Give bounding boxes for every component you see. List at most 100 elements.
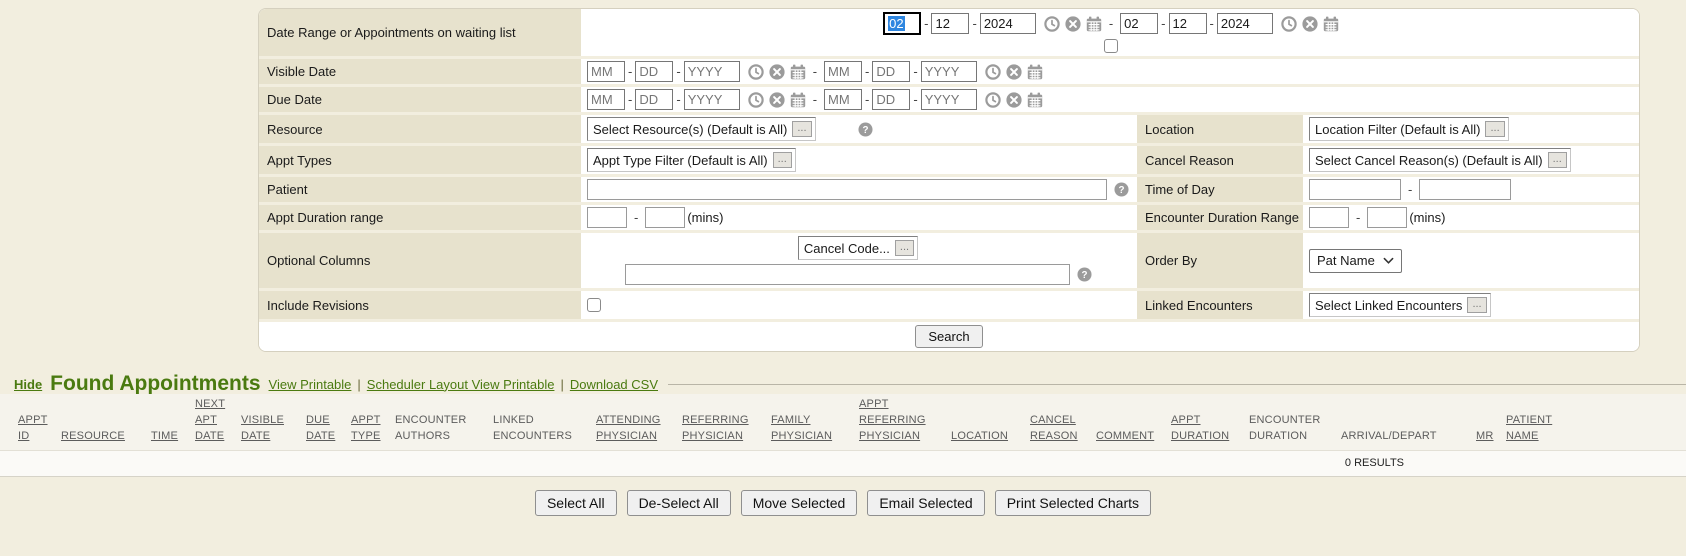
cancel-reason-browse-button[interactable]: ... <box>1548 152 1567 168</box>
waiting-list-checkbox[interactable] <box>1104 39 1118 53</box>
order-by-label: Order By <box>1137 233 1303 288</box>
date-from-year-input[interactable] <box>980 13 1036 34</box>
column-header-appt-duration[interactable]: APPT DURATION <box>1171 413 1239 445</box>
column-header-time[interactable]: TIME <box>151 429 185 445</box>
x-circle-icon[interactable] <box>1006 64 1022 80</box>
column-header-family-physician[interactable]: FAMILY PHYSICIAN <box>771 413 849 445</box>
x-circle-icon[interactable] <box>1065 16 1081 32</box>
x-circle-icon[interactable] <box>769 92 785 108</box>
visible-to-day-input[interactable] <box>872 61 910 82</box>
column-header-cancel-reason[interactable]: CANCEL REASON <box>1030 413 1086 445</box>
appt-types-picker-value: Appt Type Filter (Default is All) <box>593 153 768 168</box>
download-csv-link[interactable]: Download CSV <box>570 377 658 392</box>
patient-time-of-day-row: Patient ? Time of Day - <box>259 177 1639 205</box>
column-header-appt-referring-physician[interactable]: APPT REFERRING PHYSICIAN <box>859 397 941 445</box>
visible-from-day-input[interactable] <box>635 61 673 82</box>
visible-from-year-input[interactable] <box>684 61 740 82</box>
calendar-icon[interactable] <box>1323 16 1339 32</box>
order-by-select[interactable]: Pat Name <box>1309 249 1402 273</box>
appt-types-browse-button[interactable]: ... <box>773 152 792 168</box>
date-to-month-input[interactable] <box>1120 13 1158 34</box>
date-to-year-input[interactable] <box>1217 13 1273 34</box>
date-to-day-input[interactable] <box>1169 13 1207 34</box>
location-picker[interactable]: Location Filter (Default is All) ... <box>1309 117 1509 141</box>
x-circle-icon[interactable] <box>1006 92 1022 108</box>
view-printable-link[interactable]: View Printable <box>269 377 352 392</box>
due-from-month-input[interactable] <box>587 89 625 110</box>
visible-to-month-input[interactable] <box>824 61 862 82</box>
linked-encounters-picker[interactable]: Select Linked Encounters ... <box>1309 293 1491 317</box>
date-from-month-input[interactable]: 02 <box>883 12 921 35</box>
x-circle-icon[interactable] <box>769 64 785 80</box>
include-revisions-checkbox[interactable] <box>587 298 601 312</box>
time-of-day-to-input[interactable] <box>1419 179 1511 200</box>
visible-to-year-input[interactable] <box>921 61 977 82</box>
date-from-day-input[interactable] <box>931 13 969 34</box>
question-circle-icon[interactable]: ? <box>1077 267 1092 282</box>
patient-input[interactable] <box>587 179 1107 200</box>
search-button[interactable]: Search <box>915 325 982 348</box>
due-from-day-input[interactable] <box>635 89 673 110</box>
optional-columns-browse-button[interactable]: ... <box>895 240 914 256</box>
resource-picker[interactable]: Select Resource(s) (Default is All) ... <box>587 117 816 141</box>
scheduler-layout-view-printable-link[interactable]: Scheduler Layout View Printable <box>367 377 555 392</box>
print-selected-charts-button[interactable]: Print Selected Charts <box>995 490 1151 516</box>
calendar-icon[interactable] <box>1027 92 1043 108</box>
column-header-appt-type[interactable]: APPT TYPE <box>351 413 385 445</box>
calendar-icon[interactable] <box>1086 16 1102 32</box>
appt-types-picker[interactable]: Appt Type Filter (Default is All) ... <box>587 148 796 172</box>
appt-duration-max-input[interactable] <box>645 207 685 228</box>
move-selected-button[interactable]: Move Selected <box>741 490 858 516</box>
column-header-appt-id[interactable]: APPT ID <box>18 413 51 445</box>
column-header-comment[interactable]: COMMENT <box>1096 429 1161 445</box>
x-circle-icon[interactable] <box>1302 16 1318 32</box>
encounter-duration-min-input[interactable] <box>1309 207 1349 228</box>
optional-columns-input[interactable] <box>625 264 1070 285</box>
due-to-month-input[interactable] <box>824 89 862 110</box>
found-appointments-header: Hide Found Appointments View Printable |… <box>0 372 1686 396</box>
calendar-icon[interactable] <box>1027 64 1043 80</box>
column-header-location[interactable]: LOCATION <box>951 429 1020 445</box>
linked-encounters-browse-button[interactable]: ... <box>1467 297 1486 313</box>
due-to-year-input[interactable] <box>921 89 977 110</box>
due-to-day-input[interactable] <box>872 89 910 110</box>
clock-icon[interactable] <box>748 64 764 80</box>
column-header-due-date[interactable]: DUE DATE <box>306 413 341 445</box>
time-of-day-from-input[interactable] <box>1309 179 1401 200</box>
de-select-all-button[interactable]: De-Select All <box>627 490 731 516</box>
clock-icon[interactable] <box>985 92 1001 108</box>
column-header-attending-physician[interactable]: ATTENDING PHYSICIAN <box>596 413 672 445</box>
cancel-reason-picker[interactable]: Select Cancel Reason(s) (Default is All)… <box>1309 148 1571 172</box>
clock-icon[interactable] <box>748 92 764 108</box>
clock-icon[interactable] <box>1044 16 1060 32</box>
question-circle-icon[interactable]: ? <box>858 122 873 137</box>
clock-icon[interactable] <box>1281 16 1297 32</box>
resource-label: Resource <box>259 115 581 143</box>
results-title: Found Appointments <box>50 372 260 396</box>
appt-duration-min-input[interactable] <box>587 207 627 228</box>
resource-browse-button[interactable]: ... <box>792 121 811 137</box>
encounter-duration-max-input[interactable] <box>1367 207 1407 228</box>
results-count: 0 RESULTS <box>1345 457 1404 469</box>
results-header-row: APPT ID RESOURCE TIME NEXT APT DATE VISIBLE … <box>0 394 1686 450</box>
due-from-year-input[interactable] <box>684 89 740 110</box>
column-header-mr[interactable]: MR <box>1476 429 1496 445</box>
column-header-next-apt-date[interactable]: NEXT APT DATE <box>195 397 231 445</box>
time-of-day-label: Time of Day <box>1137 177 1303 202</box>
optional-columns-picker[interactable]: Cancel Code... ... <box>798 236 918 260</box>
email-selected-button[interactable]: Email Selected <box>867 490 984 516</box>
clock-icon[interactable] <box>985 64 1001 80</box>
chevron-down-icon <box>1383 257 1394 265</box>
calendar-icon[interactable] <box>790 64 806 80</box>
hide-link[interactable]: Hide <box>14 377 42 392</box>
column-header-patient-name[interactable]: PATIENT NAME <box>1506 413 1558 445</box>
calendar-icon[interactable] <box>790 92 806 108</box>
column-header-referring-physician[interactable]: REFERRING PHYSICIAN <box>682 413 761 445</box>
question-circle-icon[interactable]: ? <box>1114 182 1129 197</box>
column-header-visible-date[interactable]: VISIBLE DATE <box>241 413 296 445</box>
column-header-resource[interactable]: RESOURCE <box>61 429 141 445</box>
date-separator: - <box>924 16 928 31</box>
select-all-button[interactable]: Select All <box>535 490 617 516</box>
location-browse-button[interactable]: ... <box>1485 121 1504 137</box>
visible-from-month-input[interactable] <box>587 61 625 82</box>
